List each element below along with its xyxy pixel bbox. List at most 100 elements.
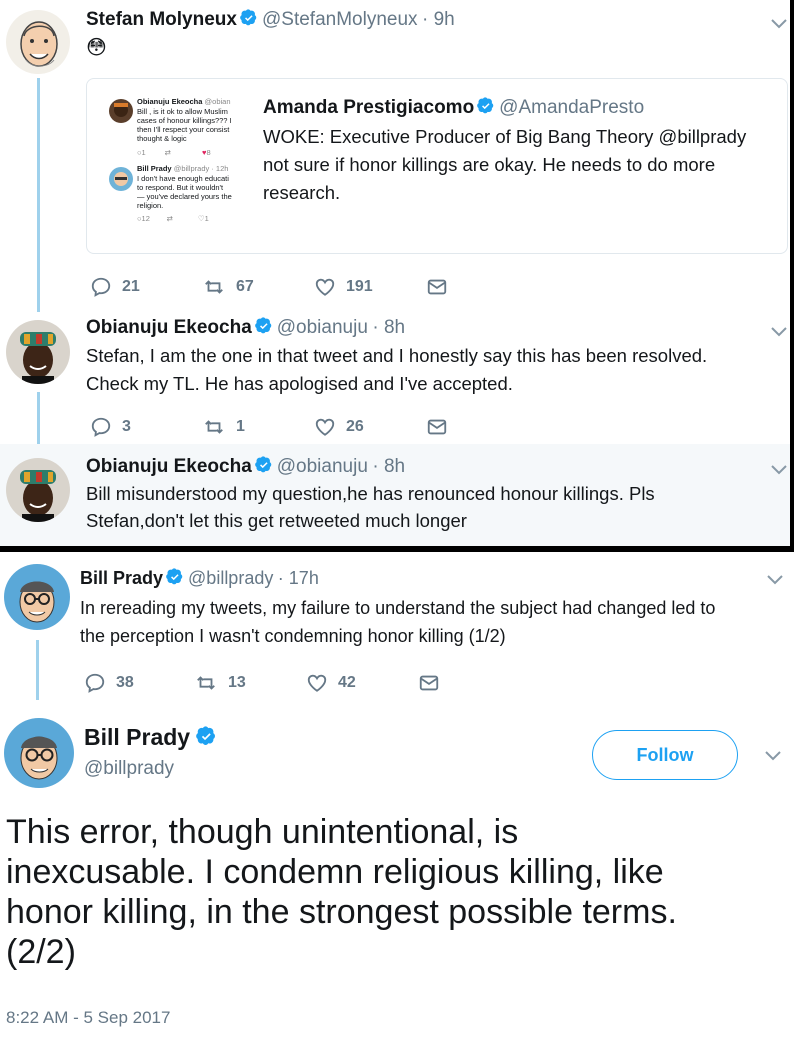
- tweet-text-line: honor killing, in the strongest possible…: [6, 893, 677, 931]
- retweet-icon: [202, 276, 226, 298]
- follow-button[interactable]: Follow: [592, 730, 738, 780]
- reply-button[interactable]: 3: [90, 416, 131, 438]
- tweet-text-line: inexcusable. I condemn religious killing…: [6, 853, 664, 891]
- avatar[interactable]: [4, 718, 74, 788]
- reply-count: 3: [122, 418, 131, 435]
- dm-button[interactable]: [426, 276, 448, 298]
- timestamp[interactable]: · 8h: [372, 317, 405, 338]
- like-button[interactable]: 26: [314, 416, 364, 438]
- retweet-count: 13: [228, 674, 246, 691]
- tweet-text-line: In rereading my tweets, my failure to un…: [80, 598, 716, 618]
- tweet-timestamp[interactable]: 8:22 AM - 5 Sep 2017: [6, 1008, 170, 1028]
- display-name[interactable]: Stefan Molyneux: [86, 9, 237, 30]
- retweet-button[interactable]: 67: [202, 276, 254, 298]
- like-button[interactable]: 191: [314, 276, 373, 298]
- username[interactable]: @billprady: [188, 568, 273, 588]
- mini-name: Obianuju Ekeocha: [137, 97, 203, 106]
- dm-button[interactable]: [426, 416, 448, 438]
- mini-text: religion.: [137, 201, 164, 210]
- username[interactable]: @billprady: [84, 758, 174, 780]
- display-name[interactable]: Amanda Prestigiacomo: [263, 97, 474, 118]
- verified-icon: [240, 9, 258, 27]
- quoted-header: Amanda Prestigiacomo @AmandaPresto: [263, 97, 644, 119]
- avatar: [109, 167, 133, 191]
- timestamp[interactable]: · 9h: [422, 9, 455, 30]
- reply-icon: [90, 416, 112, 438]
- mini-actions: ○1 ⇄ ♥8: [137, 148, 211, 157]
- like-button[interactable]: 42: [306, 672, 356, 694]
- mini-name: Bill Prady: [137, 164, 172, 173]
- heart-icon: [314, 276, 336, 298]
- tweet-obianuju-1[interactable]: Obianuju Ekeocha @obianuju · 8h Stefan, I…: [0, 312, 790, 444]
- reply-button[interactable]: 21: [90, 276, 140, 298]
- tweet-text-line: This error, though unintentional, is: [6, 813, 519, 851]
- username[interactable]: @AmandaPresto: [499, 97, 644, 118]
- heart-icon: [306, 672, 328, 694]
- retweet-button[interactable]: 13: [194, 672, 246, 694]
- tweet-text-line: Bill misunderstood my question,he has re…: [86, 483, 655, 504]
- retweet-button[interactable]: 1: [202, 416, 245, 438]
- tweet-stefan[interactable]: Stefan Molyneux @StefanMolyneux · 9h 😳 Ob…: [0, 0, 790, 312]
- verified-icon: [255, 456, 273, 474]
- reply-icon: [90, 276, 112, 298]
- tweet-text-line: (2/2): [6, 933, 76, 971]
- display-name[interactable]: Bill Prady: [80, 568, 163, 588]
- verified-icon: [255, 317, 273, 335]
- like-count: 42: [338, 674, 356, 691]
- mini-handle: @billprady · 12h: [173, 164, 229, 173]
- envelope-icon: [426, 276, 448, 298]
- top-screenshot-panel: Stefan Molyneux @StefanMolyneux · 9h 😳 Ob…: [0, 0, 794, 552]
- timestamp[interactable]: · 17h: [278, 568, 319, 588]
- reply-button[interactable]: 38: [84, 672, 134, 694]
- tweet-text-line: the perception I wasn't condemning honor…: [80, 626, 506, 646]
- envelope-icon: [418, 672, 440, 694]
- username[interactable]: @obianuju: [277, 317, 368, 338]
- mini-actions: ○12 ⇄ ♡1: [137, 214, 209, 223]
- chevron-down-icon[interactable]: [764, 750, 782, 762]
- verified-icon: [477, 97, 495, 115]
- envelope-icon: [426, 416, 448, 438]
- username[interactable]: @StefanMolyneux: [262, 9, 418, 30]
- tweet-text-line: Stefan,don't let this get retweeted much…: [86, 510, 467, 531]
- tweet-text-line: Check my TL. He has apologised and I've …: [86, 373, 513, 394]
- like-count: 191: [346, 278, 373, 295]
- display-name[interactable]: Obianuju Ekeocha: [86, 456, 252, 477]
- avatar[interactable]: [6, 320, 70, 384]
- display-name[interactable]: Bill Prady: [84, 724, 190, 750]
- quoted-tweet[interactable]: Obianuju Ekeocha @obian Bill , is it ok …: [86, 78, 788, 254]
- username[interactable]: @obianuju: [277, 456, 368, 477]
- tweet-text: This error, though unintentional, is ine…: [6, 812, 790, 972]
- tweet-text: 😳: [86, 37, 107, 59]
- retweet-count: 1: [236, 418, 245, 435]
- author-name-row: Bill Prady: [84, 724, 217, 751]
- tweet-obianuju-2[interactable]: Obianuju Ekeocha @obianuju · 8h Bill misu…: [0, 444, 790, 546]
- verified-icon: [196, 726, 217, 747]
- heart-icon: [314, 416, 336, 438]
- reply-icon: [84, 672, 106, 694]
- tweet-header: Obianuju Ekeocha @obianuju · 8h: [86, 456, 405, 478]
- retweet-icon: [202, 416, 226, 438]
- retweet-count: 67: [236, 278, 254, 295]
- quoted-text: WOKE: Executive Producer of Big Bang The…: [263, 126, 747, 203]
- display-name[interactable]: Obianuju Ekeocha: [86, 317, 252, 338]
- chevron-down-icon[interactable]: [766, 574, 784, 586]
- dm-button[interactable]: [418, 672, 440, 694]
- chevron-down-icon[interactable]: [770, 18, 788, 30]
- tweet-header: Bill Prady @billprady · 17h: [80, 568, 319, 589]
- chevron-down-icon[interactable]: [770, 326, 788, 338]
- tweet-text-line: Stefan, I am the one in that tweet and I…: [86, 345, 708, 366]
- avatar[interactable]: [6, 458, 70, 522]
- reply-count: 21: [122, 278, 140, 295]
- tweet-billprady-1[interactable]: Bill Prady @billprady · 17h In rereading …: [0, 558, 790, 708]
- avatar: [109, 99, 133, 123]
- chevron-down-icon[interactable]: [770, 464, 788, 476]
- verified-icon: [166, 568, 184, 586]
- tweet-header: Stefan Molyneux @StefanMolyneux · 9h: [86, 9, 455, 31]
- reply-count: 38: [116, 674, 134, 691]
- avatar[interactable]: [4, 564, 70, 630]
- retweet-icon: [194, 672, 218, 694]
- mini-handle: @obian: [204, 97, 231, 106]
- timestamp[interactable]: · 8h: [372, 456, 405, 477]
- avatar[interactable]: [6, 10, 70, 74]
- tweet-header: Obianuju Ekeocha @obianuju · 8h: [86, 317, 405, 339]
